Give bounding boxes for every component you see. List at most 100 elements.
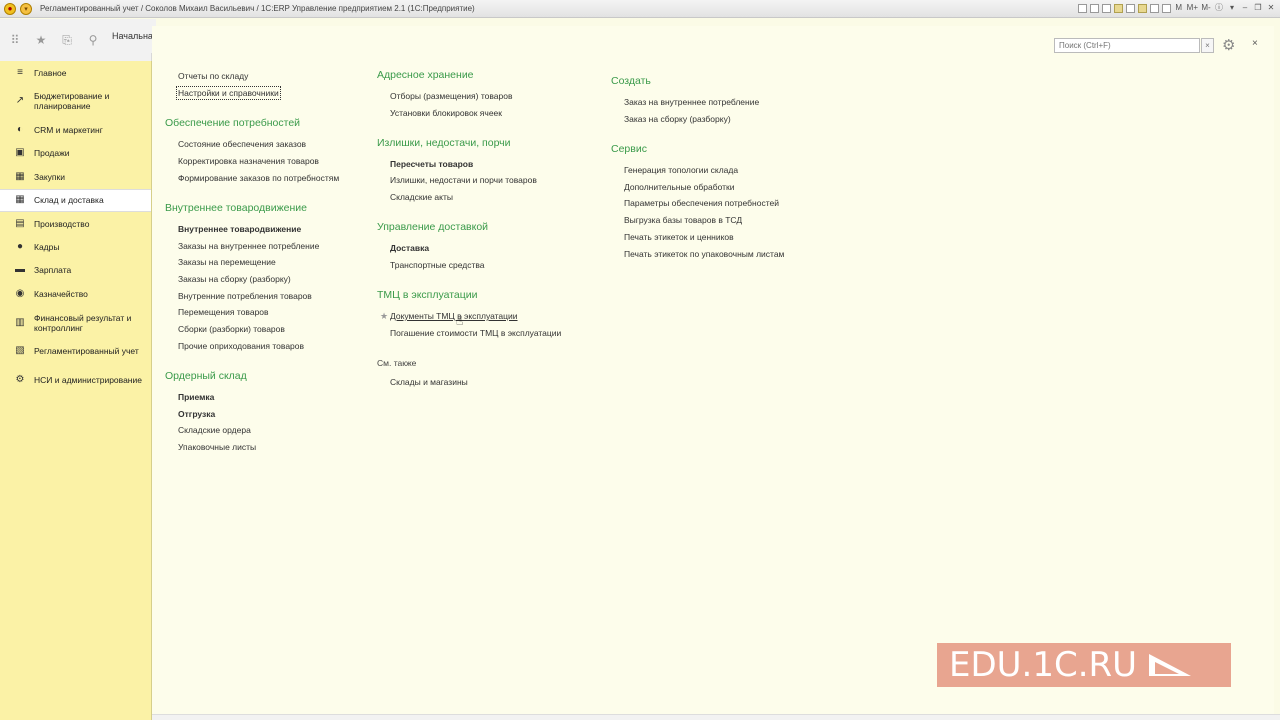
section-title-service: Сервис (611, 143, 647, 155)
info-icon[interactable]: ⓘ (1214, 2, 1224, 14)
link-internal-movement[interactable]: Внутреннее товародвижение (178, 224, 301, 234)
link-goods-assignment-adjustment[interactable]: Корректировка назначения товаров (178, 156, 319, 166)
link-assemblies[interactable]: Сборки (разборки) товаров (178, 324, 285, 334)
link-warehouse-acts[interactable]: Складские акты (390, 192, 453, 202)
apps-grid-icon[interactable]: ⠿ (8, 33, 22, 47)
link-warehouse-reports[interactable]: Отчеты по складу (178, 71, 248, 81)
link-picking-placement[interactable]: Отборы (размещения) товаров (390, 91, 512, 101)
sidebar-item-main[interactable]: ≡ Главное (0, 61, 151, 84)
dropdown-icon[interactable]: ▾ (1227, 2, 1237, 14)
link-create-internal-consumption-order[interactable]: Заказ на внутреннее потребление (624, 97, 759, 107)
link-supply-parameters[interactable]: Параметры обеспечения потребностей (624, 198, 779, 208)
favorite-star-icon[interactable]: ★ (380, 311, 388, 322)
link-print-labels-packing[interactable]: Печать этикеток по упаковочным листам (624, 249, 784, 259)
link-internal-consumptions[interactable]: Внутренние потребления товаров (178, 291, 312, 301)
sidebar: ≡ Главное ↗ Бюджетирование и планирование … (0, 61, 152, 720)
link-inventory-in-use-docs[interactable]: Документы ТМЦ в эксплуатации (390, 311, 518, 321)
link-assembly-orders[interactable]: Заказы на сборку (разборку) (178, 274, 291, 284)
sidebar-item-label: Склад и доставка (34, 195, 104, 206)
link-other-receipts[interactable]: Прочие оприходования товаров (178, 341, 304, 351)
link-recounts[interactable]: Пересчеты товаров (390, 159, 473, 169)
link-warehouse-orders[interactable]: Складские ордера (178, 425, 251, 435)
section-title-delivery: Управление доставкой (377, 221, 489, 233)
sidebar-item-hr[interactable]: ● Кадры (0, 235, 151, 258)
ledger-icon: ▧ (15, 345, 25, 357)
calculator-icon[interactable] (1161, 4, 1171, 13)
sidebar-item-label: Бюджетирование и планирование (34, 91, 110, 112)
link-receiving[interactable]: Приемка (178, 392, 214, 402)
link-cell-blocking[interactable]: Установки блокировок ячеек (390, 108, 502, 118)
sidebar-item-label: Продажи (34, 148, 70, 159)
maximize-icon[interactable]: ❐ (1253, 2, 1263, 14)
link-delivery[interactable]: Доставка (390, 243, 429, 253)
close-window-icon[interactable]: ✕ (1266, 2, 1276, 14)
link-goods-transfers[interactable]: Перемещения товаров (178, 307, 269, 317)
sidebar-item-purchases[interactable]: ▦ Закупки (0, 165, 151, 188)
search-icon[interactable]: ⚲ (86, 33, 100, 47)
minimize-icon[interactable]: – (1240, 2, 1250, 14)
wallet-icon: ▬ (15, 264, 25, 276)
sidebar-item-label: CRM и маркетинг (34, 125, 103, 136)
gear-icon: ⚙ (15, 373, 25, 385)
link-settings-catalogs[interactable]: Настройки и справочники (176, 86, 281, 100)
sidebar-item-label: Кадры (34, 242, 60, 253)
bag-icon: ▣ (15, 147, 25, 159)
tab-home[interactable]: Начальна (108, 19, 156, 53)
sidebar-item-label: Казначейство (34, 288, 88, 299)
sidebar-item-budgeting[interactable]: ↗ Бюджетирование и планирование (0, 84, 151, 118)
link-create-assembly-order[interactable]: Заказ на сборку (разборку) (624, 114, 731, 124)
sidebar-item-warehouse[interactable]: ▦ Склад и доставка (0, 188, 151, 212)
see-also-title: См. также (377, 358, 417, 368)
titlebar-tools: M M+ M- ⓘ ▾ – ❐ ✕ (1077, 2, 1276, 14)
window-titlebar: ● ▾ Регламентированный учет / Соколов Ми… (0, 0, 1280, 18)
link-packing-lists[interactable]: Упаковочные листы (178, 442, 256, 452)
memory-minus-button[interactable]: M- (1201, 2, 1211, 14)
link-icon[interactable] (1101, 4, 1111, 13)
clear-search-icon[interactable]: × (1201, 38, 1214, 53)
link-orders-by-needs[interactable]: Формирование заказов по потребностям (178, 173, 339, 183)
link-export-to-tsd[interactable]: Выгрузка базы товаров в ТСД (624, 215, 742, 225)
link-inventory-cost-writeoff[interactable]: Погашение стоимости ТМЦ в эксплуатации (390, 328, 561, 338)
sidebar-item-crm[interactable]: ◐ CRM и маркетинг (0, 118, 151, 141)
settings-gear-icon[interactable]: ⚙ (1222, 36, 1235, 54)
favorites-star-icon[interactable]: ★ (34, 33, 48, 47)
sidebar-item-production[interactable]: ▤ Производство (0, 212, 151, 235)
link-vehicles[interactable]: Транспортные средства (390, 260, 485, 270)
notes-icon[interactable] (1137, 4, 1147, 13)
warehouse-icon: ▦ (15, 194, 25, 206)
sidebar-item-sales[interactable]: ▣ Продажи (0, 142, 151, 165)
sidebar-item-payroll[interactable]: ▬ Зарплата (0, 259, 151, 282)
link-shipping[interactable]: Отгрузка (178, 409, 215, 419)
link-internal-consumption-orders[interactable]: Заказы на внутреннее потребление (178, 241, 319, 251)
main-menu-icon[interactable]: ▾ (20, 2, 32, 15)
history-icon[interactable] (1125, 4, 1135, 13)
link-warehouses-stores[interactable]: Склады и магазины (390, 377, 468, 387)
link-transfer-orders[interactable]: Заказы на перемещение (178, 257, 276, 267)
chart-icon: ↗ (15, 95, 25, 107)
link-order-supply-status[interactable]: Состояние обеспечения заказов (178, 139, 306, 149)
cart-icon: ▦ (15, 170, 25, 182)
section-title-create: Создать (611, 75, 651, 87)
print-icon[interactable] (1089, 4, 1099, 13)
search-input[interactable] (1054, 38, 1200, 53)
history-icon[interactable]: ⎘ (60, 33, 74, 47)
status-bar (152, 714, 1280, 720)
factory-icon: ▤ (15, 217, 25, 229)
sidebar-item-admin[interactable]: ⚙ НСИ и администрирование (0, 363, 151, 397)
sidebar-item-treasury[interactable]: ◉ Казначейство (0, 282, 151, 305)
pie-icon: ◐ (16, 124, 24, 136)
app-logo-icon[interactable]: ● (4, 2, 16, 15)
save-icon[interactable] (1077, 4, 1087, 13)
sidebar-item-financial-result[interactable]: ▥ Финансовый результат и контроллинг (0, 306, 151, 340)
sidebar-item-label: Производство (34, 218, 90, 229)
link-print-labels-prices[interactable]: Печать этикеток и ценников (624, 232, 734, 242)
calendar-icon[interactable] (1149, 4, 1159, 13)
memory-button[interactable]: M (1174, 2, 1184, 14)
sidebar-item-regulated-accounting[interactable]: ▧ Регламентированный учет (0, 340, 151, 363)
close-panel-icon[interactable]: × (1252, 38, 1258, 49)
link-additional-processing[interactable]: Дополнительные обработки (624, 182, 734, 192)
link-surplus-shortage-goods[interactable]: Излишки, недостачи и порчи товаров (390, 175, 537, 185)
favorite-icon[interactable] (1113, 4, 1123, 13)
memory-plus-button[interactable]: M+ (1187, 2, 1198, 14)
link-warehouse-topology[interactable]: Генерация топологии склада (624, 165, 738, 175)
